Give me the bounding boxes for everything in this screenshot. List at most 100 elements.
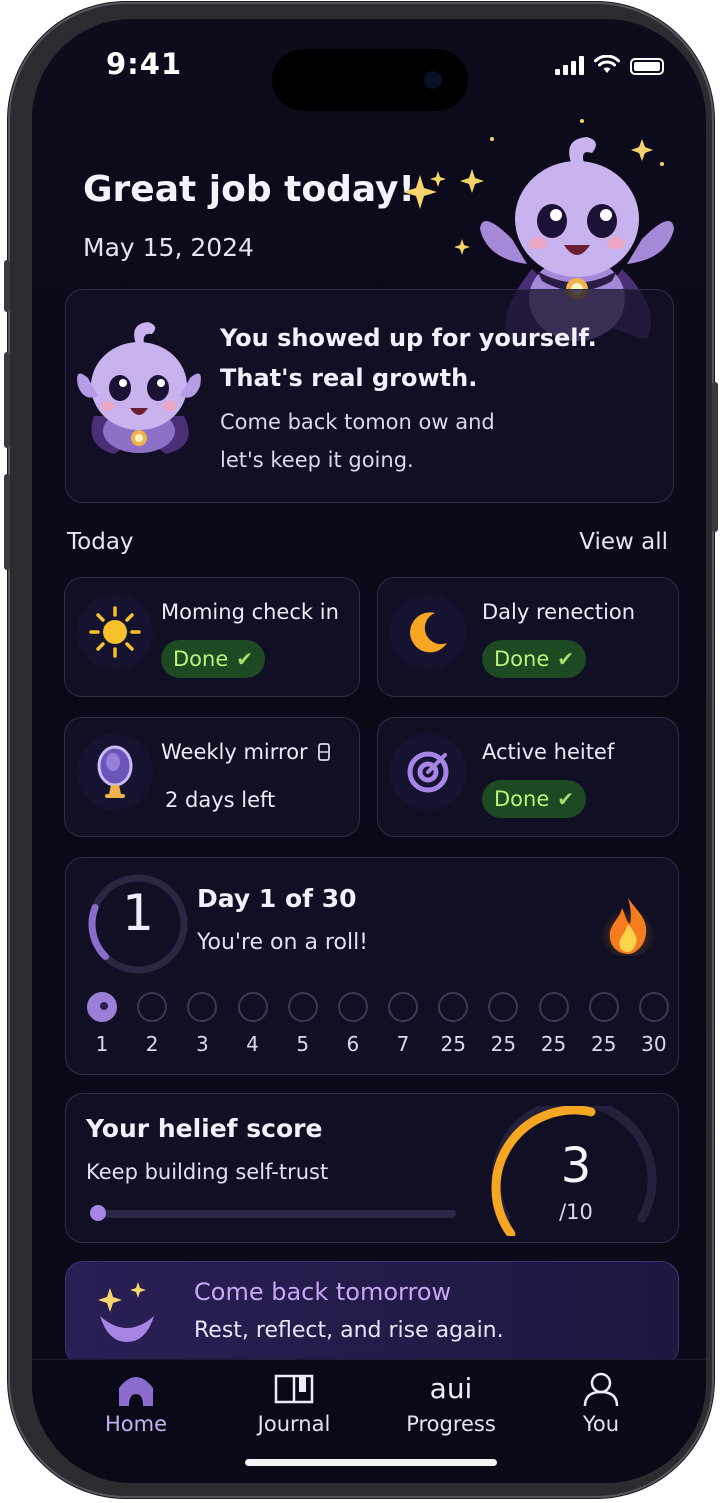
tab-progress[interactable]: aui Progress [386,1372,516,1436]
tomorrow-subtitle: Rest, reflect, and rise again. [194,1318,504,1343]
task-label: Weekly mirror [161,740,308,764]
volume-up-button [4,352,10,448]
status-text: Done [173,647,229,671]
streak-day: 4 [235,992,271,1056]
streak-day: 1 [84,992,120,1056]
status-text: Done [494,647,550,671]
tab-home[interactable]: Home [71,1372,201,1436]
task-label: Active heitef [482,740,615,764]
streak-day-label: 3 [195,1032,209,1056]
streak-day: 25 [435,992,471,1056]
status-icons [555,55,664,75]
tomorrow-title: Come back tomorrow [194,1278,452,1306]
streak-day-dot [438,992,469,1022]
fire-icon [600,898,656,956]
streak-day-dot [388,992,419,1022]
task-card-daily-reflection[interactable]: Daly renection Done ✔ [377,577,679,697]
belief-score-card: Your helief score Keep building self-tru… [65,1093,679,1243]
moon-sparkles-icon [98,1282,154,1342]
home-icon [119,1377,153,1406]
wifi-icon [594,55,620,73]
home-indicator [245,1459,497,1466]
task-label: Daly renection [482,600,636,624]
phone-frame: 9:41 Great job today! May 15, 2024 You s… [4,2,718,1498]
streak-day-dot [237,992,268,1022]
streak-day: 25 [536,992,572,1056]
score-progress-knob [90,1205,106,1221]
come-back-tomorrow-banner: Come back tomorrow Rest, reflect, and ri… [65,1261,679,1365]
streak-day: 25 [485,992,521,1056]
tab-journal[interactable]: Journal [229,1372,359,1436]
check-icon: ✔ [557,647,575,671]
score-progress-track [94,1210,456,1218]
progress-glyph: aui [429,1372,473,1405]
streak-day: 3 [184,992,220,1056]
tab-label: Progress [406,1412,496,1436]
task-card-active-belief[interactable]: Active heitef Done ✔ [377,717,679,837]
tab-label: Journal [257,1412,331,1436]
streak-title: Day 1 of 30 [197,884,357,913]
task-card-weekly-mirror[interactable]: Weekly mirror 2 days left [64,717,360,837]
journal-icon [274,1374,314,1404]
streak-day-dot [538,992,569,1022]
encouragement-body: Come back tomon ow and [220,410,495,434]
streak-day-dot-active [87,992,117,1022]
tab-label: You [582,1412,620,1436]
screen: 9:41 Great job today! May 15, 2024 You s… [32,19,706,1483]
mascot-illustration [77,322,201,454]
moon-icon [390,594,466,670]
view-all-link[interactable]: View all [579,529,668,555]
streak-day-track: 1 2 3 4 5 6 7 25 25 25 25 30 [84,992,672,1056]
score-value: 3 [560,1138,592,1194]
streak-day-label: 25 [590,1032,617,1056]
mute-switch [4,260,10,312]
sparkles-icon [403,171,446,209]
streak-day-dot [337,992,368,1022]
streak-day: 2 [134,992,170,1056]
task-label: Moming check in [161,600,339,624]
dynamic-island [272,49,468,111]
streak-day: 7 [385,992,421,1056]
score-max: /10 [559,1200,593,1224]
streak-day: 30 [636,992,672,1056]
power-button [712,382,718,532]
page-title: Great job today! [83,169,415,210]
done-badge: Done ✔ [482,780,587,818]
streak-day-label: 1 [95,1032,109,1056]
streak-day-label: 7 [396,1032,410,1056]
mirror-icon [77,734,153,810]
encouragement-card: You showed up for yourself. That's real … [65,289,674,503]
streak-day-label: 25 [540,1032,567,1056]
streak-count: 1 [122,884,154,942]
streak-day-label: 25 [490,1032,517,1056]
check-icon: ✔ [557,787,575,811]
streak-day-label: 6 [346,1032,360,1056]
tab-you[interactable]: You [536,1372,666,1436]
streak-day-label: 30 [641,1032,667,1056]
done-badge: Done ✔ [482,640,587,678]
today-heading: Today [67,529,134,555]
target-icon [390,734,466,810]
status-text: Done [494,787,550,811]
tab-label: Home [104,1412,167,1436]
volume-down-button [4,474,10,570]
profile-icon [583,1372,619,1406]
streak-day-label: 4 [246,1032,259,1056]
check-icon: ✔ [236,647,254,671]
task-card-morning-check-in[interactable]: Moming check in Done ✔ [64,577,360,697]
streak-day: 6 [335,992,371,1056]
score-subtitle: Keep building self-trust [86,1160,329,1184]
sun-icon [77,594,153,670]
streak-day-dot [187,992,218,1022]
streak-card: 1 Day 1 of 30 You're on a roll! 1 2 3 4 5 6 7 2… [65,857,679,1075]
streak-day-label: 2 [145,1032,159,1056]
signal-icon [555,55,584,75]
streak-day: 5 [285,992,321,1056]
date-label: May 15, 2024 [83,233,254,262]
streak-day-dot [137,992,168,1022]
streak-day-label: 5 [296,1032,310,1056]
encouragement-headline-2: That's real growth. [220,364,478,392]
streak-subtitle: You're on a roll! [197,930,368,955]
streak-day-dot [287,992,318,1022]
battery-icon [630,58,664,75]
